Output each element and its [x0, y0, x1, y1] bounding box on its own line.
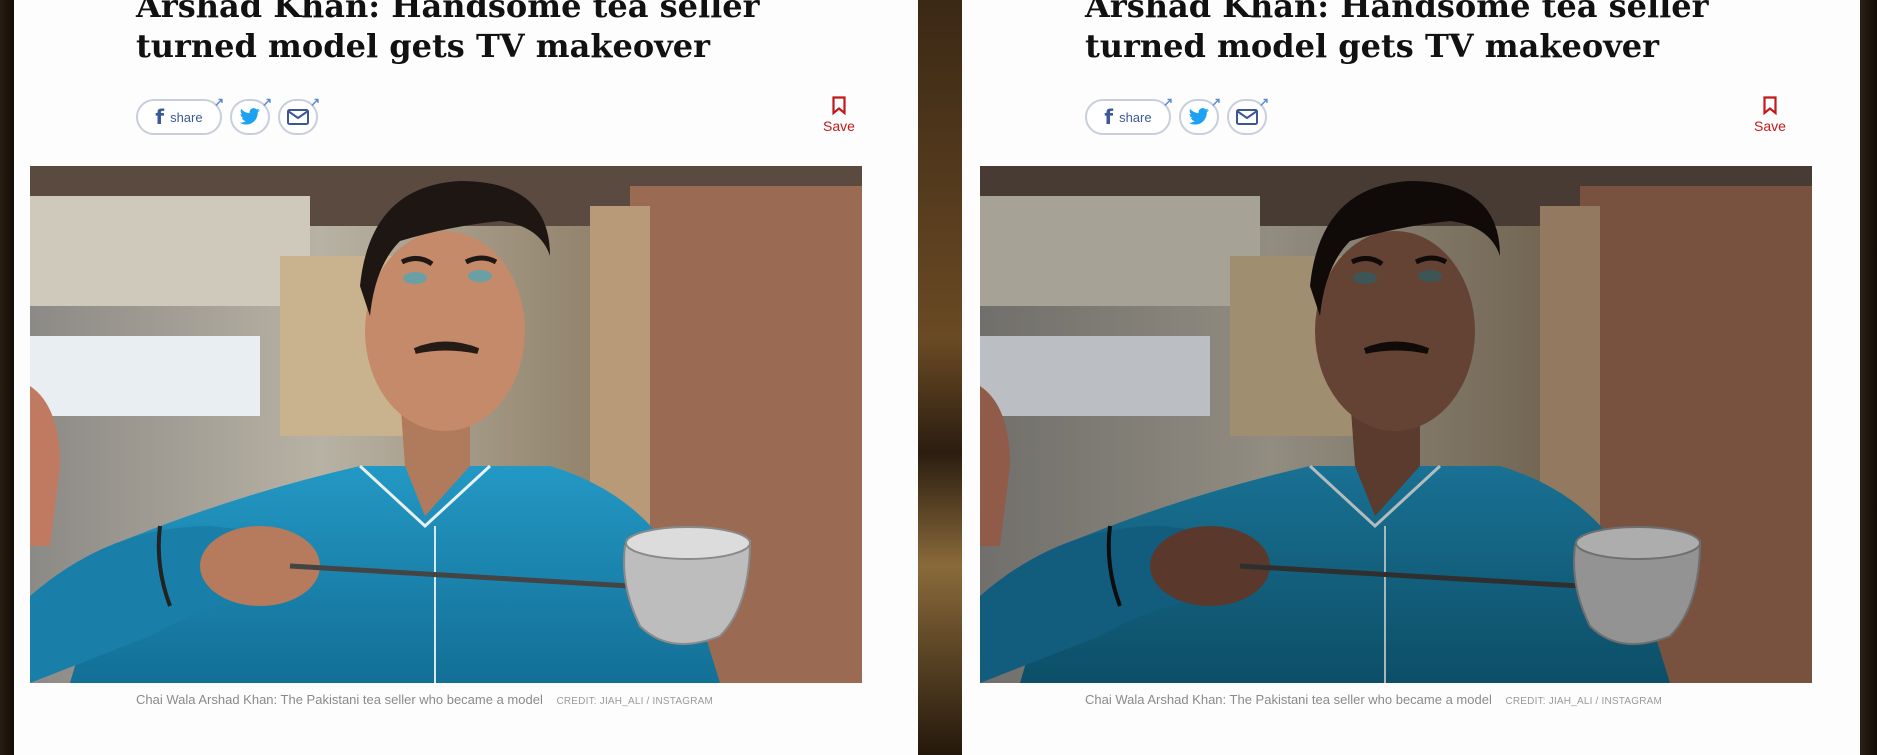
tea-seller-photo-darkened [980, 166, 1812, 683]
email-share-button[interactable]: ↗ [278, 95, 320, 135]
background-right [1860, 0, 1877, 755]
email-share-button[interactable]: ↗ [1227, 95, 1269, 135]
facebook-share-button[interactable]: f share ↗ [1085, 95, 1173, 135]
photo-credit: CREDIT: JIAH_ALI / INSTAGRAM [556, 696, 714, 707]
save-label: Save [1754, 118, 1786, 134]
twitter-share-button[interactable]: ↗ [230, 95, 272, 135]
article-headline: Arshad Khan: Handsome tea seller turned … [1085, 0, 1845, 66]
email-icon [287, 109, 309, 125]
share-label: share [170, 109, 203, 125]
facebook-icon: f [155, 105, 165, 129]
save-button[interactable]: Save [814, 96, 864, 134]
article-photo [980, 166, 1812, 683]
share-label: share [1119, 109, 1152, 125]
headline-line-1: Arshad Khan: Handsome tea seller [136, 0, 760, 25]
save-button[interactable]: Save [1745, 96, 1795, 134]
external-arrow-icon: ↗ [261, 95, 272, 109]
external-arrow-icon: ↗ [213, 95, 224, 109]
background-left [0, 0, 14, 755]
share-bar: f share ↗ ↗ ↗ [136, 95, 320, 137]
article-headline: Arshad Khan: Handsome tea seller turned … [136, 0, 896, 66]
twitter-icon [239, 108, 260, 125]
save-label: Save [823, 118, 855, 134]
share-bar: f share ↗ ↗ ↗ [1085, 95, 1269, 137]
article-photo [30, 166, 862, 683]
photo-caption: Chai Wala Arshad Khan: The Pakistani tea… [1085, 692, 1662, 707]
headline-line-1: Arshad Khan: Handsome tea seller [1085, 0, 1709, 25]
external-arrow-icon: ↗ [1210, 95, 1221, 109]
external-arrow-icon: ↗ [1258, 95, 1269, 109]
twitter-icon [1188, 108, 1209, 125]
facebook-share-button[interactable]: f share ↗ [136, 95, 224, 135]
email-icon [1236, 109, 1258, 125]
facebook-icon: f [1104, 105, 1114, 129]
caption-text: Chai Wala Arshad Khan: The Pakistani tea… [1085, 692, 1492, 707]
photo-caption: Chai Wala Arshad Khan: The Pakistani tea… [136, 692, 713, 707]
bookmark-icon [832, 96, 846, 116]
external-arrow-icon: ↗ [309, 95, 320, 109]
background-divider [918, 0, 962, 755]
article-panel-left: Arshad Khan: Handsome tea seller turned … [14, 0, 918, 755]
headline-line-2: turned model gets TV makeover [136, 27, 711, 65]
tea-seller-photo [30, 166, 862, 683]
bookmark-icon [1763, 96, 1777, 116]
twitter-share-button[interactable]: ↗ [1179, 95, 1221, 135]
photo-credit: CREDIT: JIAH_ALI / INSTAGRAM [1505, 696, 1663, 707]
headline-line-2: turned model gets TV makeover [1085, 27, 1660, 65]
caption-text: Chai Wala Arshad Khan: The Pakistani tea… [136, 692, 543, 707]
external-arrow-icon: ↗ [1162, 95, 1173, 109]
article-panel-right: Arshad Khan: Handsome tea seller turned … [962, 0, 1860, 755]
